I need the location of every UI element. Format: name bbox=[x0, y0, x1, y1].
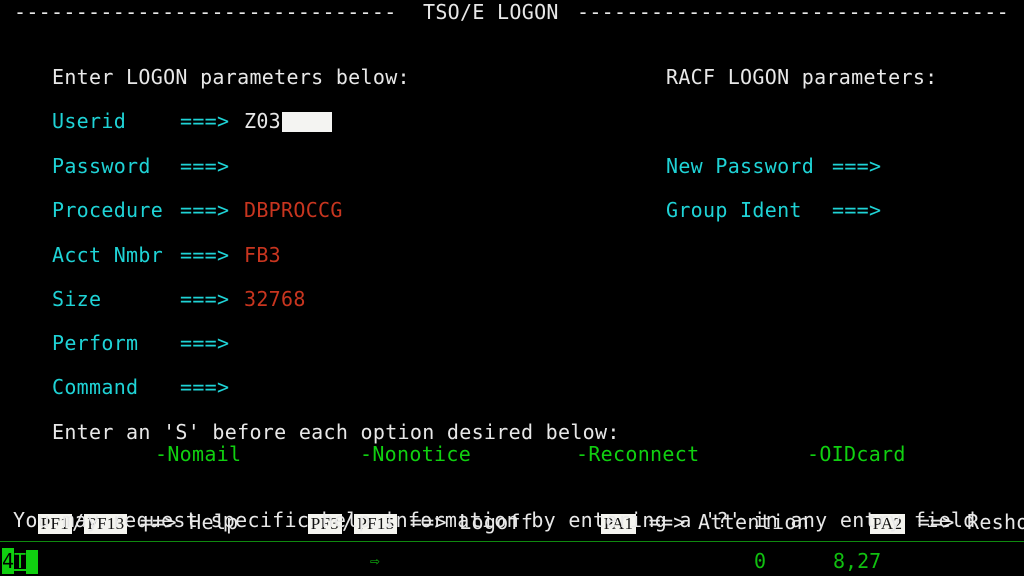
acct-nmbr-label: Acct Nmbr bbox=[52, 243, 164, 267]
group-ident-label: Group Ident bbox=[666, 198, 802, 222]
acct-nmbr-input[interactable]: FB3 bbox=[244, 243, 281, 267]
mode-indicator: T bbox=[14, 549, 27, 573]
screen-title: TSO/E LOGON bbox=[423, 0, 559, 24]
userid-redaction bbox=[282, 112, 332, 132]
session-indicator: 4T bbox=[2, 548, 39, 574]
procedure-input[interactable]: DBPROCCG bbox=[244, 198, 343, 222]
password-input[interactable] bbox=[244, 154, 344, 178]
new-password-arrow: ===> bbox=[832, 154, 882, 178]
new-password-input[interactable] bbox=[895, 154, 1005, 178]
size-arrow: ===> bbox=[180, 287, 230, 311]
cursor-position: 8,27 bbox=[833, 549, 882, 573]
status-divider bbox=[0, 541, 1024, 542]
command-input[interactable] bbox=[244, 375, 544, 399]
option-nonotice[interactable]: -Nonotice bbox=[360, 442, 471, 466]
group-ident-arrow: ===> bbox=[832, 198, 882, 222]
header-left-rule: ------------------------------- bbox=[14, 0, 397, 24]
option-reconnect[interactable]: -Reconnect bbox=[576, 442, 699, 466]
header-right-rule: ----------------------------------- bbox=[577, 0, 1009, 24]
size-label: Size bbox=[52, 287, 102, 311]
new-password-label: New Password bbox=[666, 154, 815, 178]
option-oidcard[interactable]: -OIDcard bbox=[807, 442, 906, 466]
arrow-icon: ⇨ bbox=[370, 551, 380, 570]
procedure-arrow: ===> bbox=[180, 198, 230, 222]
logon-heading: Enter LOGON parameters below: bbox=[52, 65, 410, 89]
racf-heading: RACF LOGON parameters: bbox=[666, 65, 938, 89]
password-arrow: ===> bbox=[180, 154, 230, 178]
procedure-label: Procedure bbox=[52, 198, 164, 222]
options-prompt: Enter an 'S' before each option desired … bbox=[52, 420, 620, 444]
help-text: You may request specific help informatio… bbox=[13, 508, 976, 532]
group-ident-input[interactable] bbox=[895, 198, 1005, 222]
userid-arrow: ===> bbox=[180, 109, 230, 133]
password-label: Password bbox=[52, 154, 151, 178]
userid-input[interactable]: Z03 bbox=[244, 109, 281, 133]
session-number: 4 bbox=[2, 548, 15, 574]
size-input[interactable]: 32768 bbox=[244, 287, 306, 311]
perform-input[interactable] bbox=[244, 331, 344, 355]
command-arrow: ===> bbox=[180, 375, 230, 399]
command-label: Command bbox=[52, 375, 139, 399]
message-count: 0 bbox=[754, 549, 767, 573]
option-nomail[interactable]: -Nomail bbox=[155, 442, 241, 466]
perform-arrow: ===> bbox=[180, 331, 230, 355]
acct-nmbr-arrow: ===> bbox=[180, 243, 230, 267]
cursor-block bbox=[26, 550, 39, 574]
userid-label: Userid bbox=[52, 109, 127, 133]
perform-label: Perform bbox=[52, 331, 139, 355]
